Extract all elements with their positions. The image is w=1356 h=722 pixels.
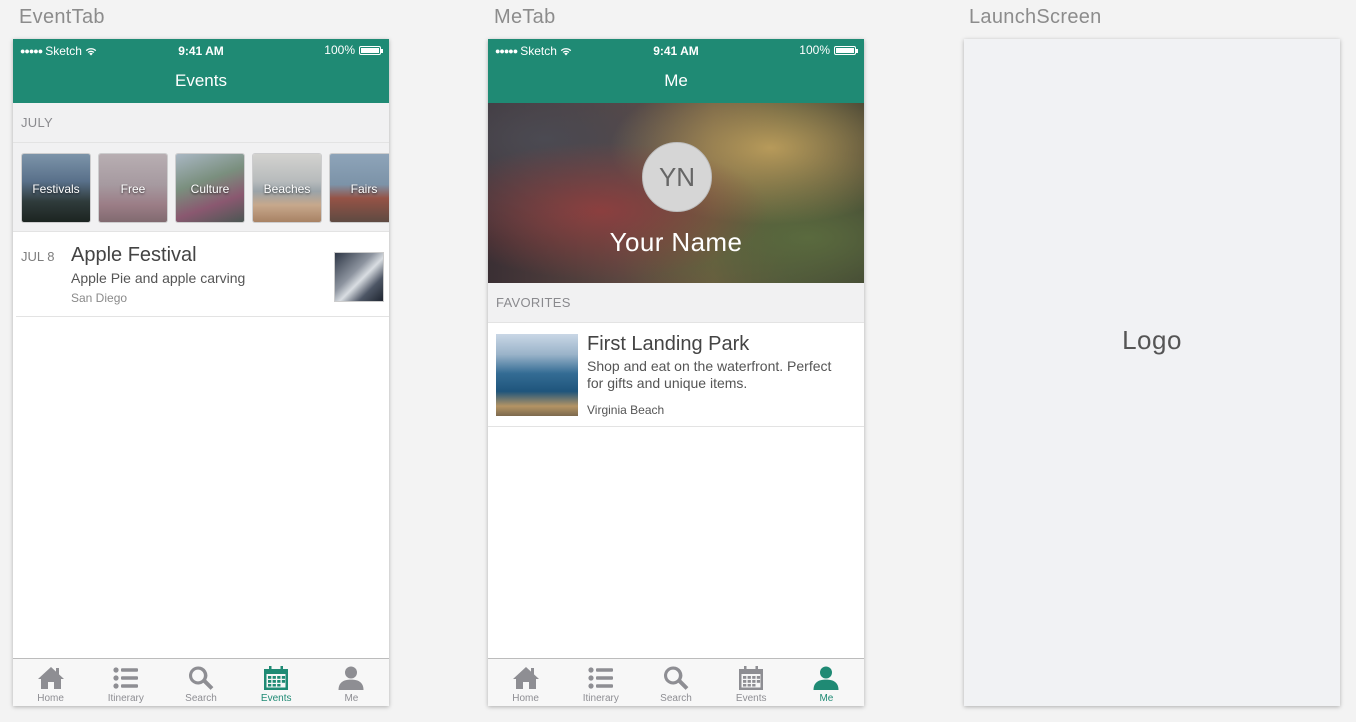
status-bar: ●●●●● Sketch 9:41 AM 100%: [13, 39, 389, 61]
tab-label: Events: [735, 693, 767, 704]
event-location: San Diego: [71, 291, 128, 305]
category-carousel[interactable]: Festivals Free Culture Beaches Fairs: [13, 143, 389, 232]
logo: Logo: [1122, 325, 1182, 355]
battery-icon: [834, 45, 858, 55]
artboard-title-metab: MeTab: [494, 6, 556, 28]
tab-label: Home: [512, 693, 539, 704]
battery-percent: 100%: [799, 43, 830, 57]
person-icon: [338, 666, 364, 690]
favorite-location: Virginia Beach: [587, 403, 665, 417]
tab-label: Itinerary: [107, 693, 144, 704]
tab-bar: Home Itinerary Search Events Me: [488, 658, 864, 706]
favorite-description: Shop and eat on the waterfront. Perfect …: [587, 358, 832, 391]
event-date: JUL 8: [21, 249, 55, 264]
tab-me[interactable]: Me: [314, 659, 389, 706]
category-label: Festivals: [32, 182, 80, 196]
search-icon: [664, 666, 689, 690]
search-icon: [189, 666, 214, 690]
tab-home[interactable]: Home: [13, 659, 88, 706]
category-festivals[interactable]: Festivals: [22, 154, 90, 222]
category-label: Beaches: [263, 182, 311, 196]
tab-bar: Home Itinerary Search Events Me: [13, 658, 389, 706]
tab-search[interactable]: Search: [163, 659, 238, 706]
list-icon: [113, 667, 138, 689]
profile-header: YN Your Name: [488, 103, 864, 283]
tab-label: Search: [185, 693, 217, 704]
home-icon: [37, 667, 64, 689]
category-culture[interactable]: Culture: [176, 154, 244, 222]
tab-me[interactable]: Me: [789, 659, 864, 706]
metab-screen: ●●●●● Sketch 9:41 AM 100% Me YN Your Nam…: [488, 39, 864, 706]
category-label: Culture: [190, 182, 230, 196]
tab-label: Home: [37, 693, 64, 704]
tab-home[interactable]: Home: [488, 659, 563, 706]
eventtab-screen: ●●●●● Sketch 9:41 AM 100% Events JULY Fe…: [13, 39, 389, 706]
avatar[interactable]: YN: [642, 142, 712, 212]
category-fairs[interactable]: Fairs: [330, 154, 389, 222]
calendar-icon: [264, 666, 289, 690]
tab-label: Me: [344, 693, 359, 704]
artboard-title-launchscreen: LaunchScreen: [969, 6, 1102, 28]
category-beaches[interactable]: Beaches: [253, 154, 321, 222]
tab-label: Search: [660, 693, 692, 704]
tab-itinerary[interactable]: Itinerary: [563, 659, 638, 706]
home-icon: [512, 667, 539, 689]
battery-indicator: 100%: [799, 43, 858, 57]
event-title: Apple Festival: [71, 244, 197, 266]
profile-name: Your Name: [609, 227, 743, 257]
event-description: Apple Pie and apple carving: [71, 270, 246, 286]
category-label: Free: [120, 182, 146, 196]
status-bar: ●●●●● Sketch 9:41 AM 100%: [488, 39, 864, 61]
event-list-item[interactable]: JUL 8 Apple Festival Apple Pie and apple…: [16, 232, 389, 317]
tab-itinerary[interactable]: Itinerary: [88, 659, 163, 706]
category-label: Fairs: [350, 182, 378, 196]
tab-search[interactable]: Search: [638, 659, 713, 706]
event-thumbnail: [334, 252, 384, 302]
nav-title: Events: [13, 61, 389, 103]
battery-icon: [359, 45, 383, 55]
tab-events[interactable]: Events: [714, 659, 789, 706]
battery-percent: 100%: [324, 43, 355, 57]
calendar-icon: [739, 666, 764, 690]
tab-events[interactable]: Events: [239, 659, 314, 706]
battery-indicator: 100%: [324, 43, 383, 57]
tab-label: Events: [260, 693, 292, 704]
nav-title: Me: [488, 61, 864, 103]
section-header-month: JULY: [13, 103, 389, 143]
person-icon: [813, 666, 839, 690]
category-free[interactable]: Free: [99, 154, 167, 222]
artboard-title-eventtab: EventTab: [19, 6, 105, 28]
section-header-favorites: FAVORITES: [488, 283, 864, 323]
favorite-thumbnail: [496, 334, 578, 416]
favorite-list-item[interactable]: First Landing Park Shop and eat on the w…: [488, 323, 864, 427]
launch-screen: Logo: [964, 39, 1340, 706]
list-icon: [588, 667, 613, 689]
tab-label: Itinerary: [582, 693, 619, 704]
favorite-title: First Landing Park: [587, 333, 750, 355]
tab-label: Me: [819, 693, 834, 704]
